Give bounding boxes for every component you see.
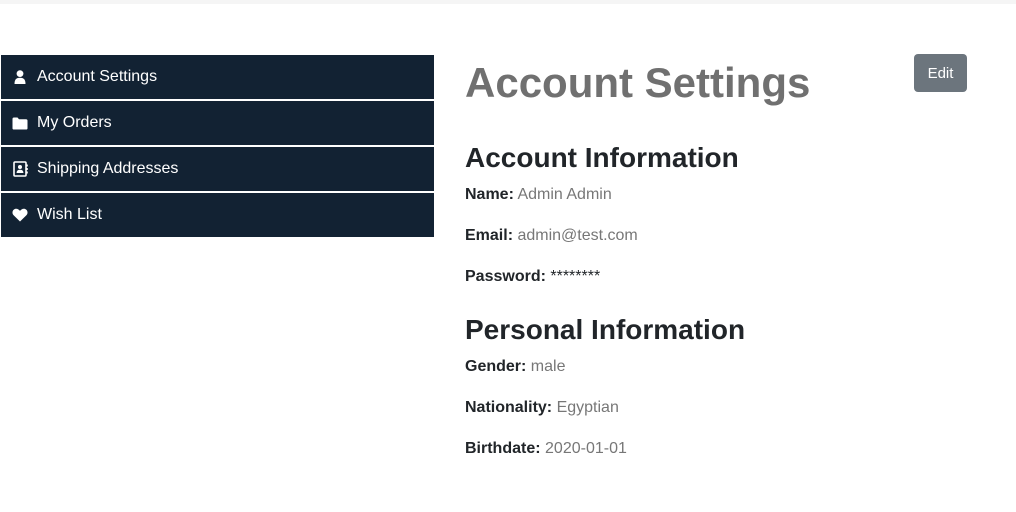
name-label: Name: xyxy=(465,186,514,203)
sidebar-item-my-orders[interactable]: My Orders xyxy=(1,101,434,145)
sidebar-item-wish-list[interactable]: Wish List xyxy=(1,193,434,237)
email-value: admin@test.com xyxy=(517,227,638,244)
nationality-label: Nationality: xyxy=(465,399,553,416)
nationality-value: Egyptian xyxy=(556,399,619,416)
email-field: Email: admin@test.com xyxy=(465,226,975,246)
gender-label: Gender: xyxy=(465,358,527,375)
password-label: Password: xyxy=(465,268,546,285)
page-title: Account Settings xyxy=(465,59,811,106)
main-content: Account Settings Edit Account Informatio… xyxy=(465,54,975,459)
name-value: Admin Admin xyxy=(517,186,612,203)
birthdate-value: 2020-01-01 xyxy=(545,440,627,457)
user-icon xyxy=(11,68,29,86)
sidebar-item-label: Wish List xyxy=(37,206,102,223)
email-label: Email: xyxy=(465,227,514,244)
sidebar-nav: Account Settings My Orders Shipping Addr… xyxy=(1,55,434,239)
sidebar-item-label: Account Settings xyxy=(37,68,158,85)
gender-value: male xyxy=(530,358,566,375)
sidebar-item-label: My Orders xyxy=(37,114,112,131)
sidebar-item-shipping-addresses[interactable]: Shipping Addresses xyxy=(1,147,434,191)
nationality-field: Nationality: Egyptian xyxy=(465,398,975,418)
folder-icon xyxy=(11,114,29,132)
address-book-icon xyxy=(11,160,29,178)
name-field: Name: Admin Admin xyxy=(465,185,975,205)
account-information-heading: Account Information xyxy=(465,142,739,173)
password-value: ******** xyxy=(550,268,601,285)
top-bar xyxy=(0,0,1016,4)
birthdate-label: Birthdate: xyxy=(465,440,541,457)
edit-button[interactable]: Edit xyxy=(914,54,967,92)
sidebar-item-label: Shipping Addresses xyxy=(37,160,179,177)
password-field: Password: ******** xyxy=(465,267,975,287)
gender-field: Gender: male xyxy=(465,357,975,377)
heart-icon xyxy=(11,206,29,224)
birthdate-field: Birthdate: 2020-01-01 xyxy=(465,439,975,459)
personal-information-heading: Personal Information xyxy=(465,314,746,345)
sidebar-item-account-settings[interactable]: Account Settings xyxy=(1,55,434,99)
